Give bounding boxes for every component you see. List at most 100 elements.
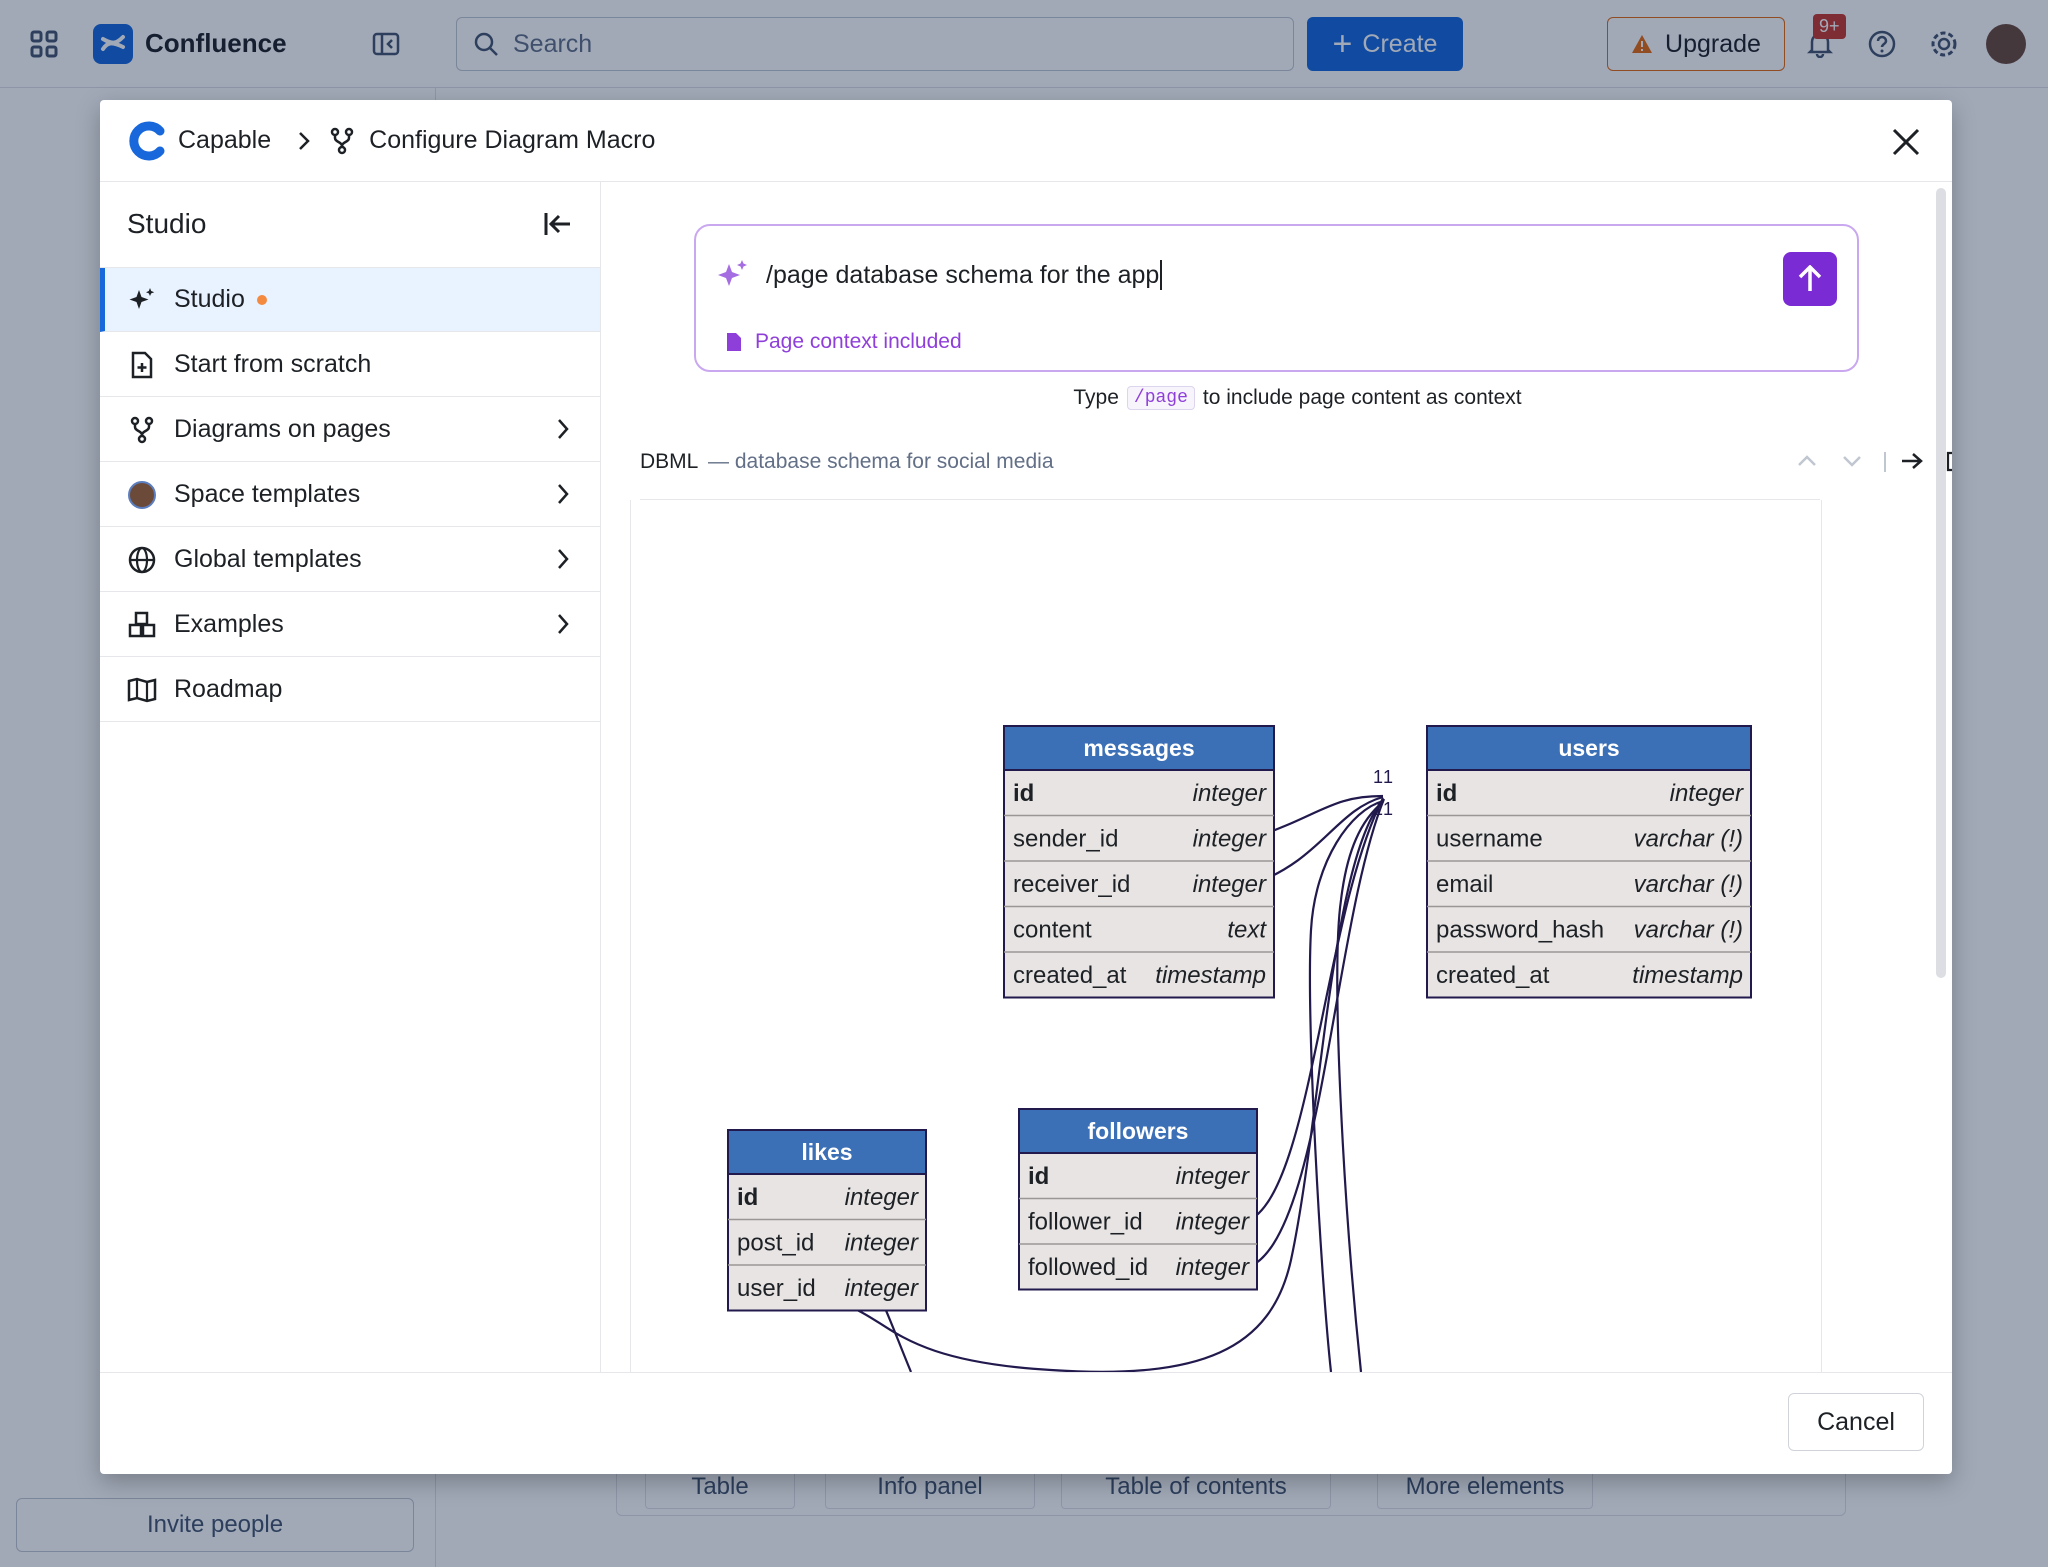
status-dot bbox=[256, 294, 267, 305]
table-title: followers bbox=[1088, 1118, 1189, 1144]
field-type: integer bbox=[1176, 1209, 1250, 1236]
branch-icon bbox=[329, 127, 355, 155]
field-name: sender_id bbox=[1013, 826, 1118, 853]
field-type: varchar (!) bbox=[1634, 871, 1743, 898]
sidebar-item-examples[interactable]: Examples bbox=[100, 593, 600, 657]
result-description: — database schema for social media bbox=[708, 450, 1054, 473]
sidebar-item-label: Start from scratch bbox=[174, 350, 372, 378]
field-type: integer bbox=[845, 1230, 919, 1257]
edit-icon[interactable] bbox=[1942, 446, 1952, 476]
svg-text:1: 1 bbox=[1373, 767, 1383, 787]
field-name: email bbox=[1436, 871, 1493, 898]
table-users: users id integer username varchar (!) email va… bbox=[1426, 725, 1752, 999]
sidebar-item-label: Examples bbox=[174, 610, 284, 638]
table-title: messages bbox=[1083, 735, 1194, 761]
field-type: integer bbox=[1670, 780, 1744, 807]
field-type: integer bbox=[1193, 826, 1267, 853]
field-type: integer bbox=[1193, 780, 1267, 807]
capable-logo-icon bbox=[128, 121, 168, 161]
chevron-right-icon bbox=[556, 481, 570, 514]
svg-text:1: 1 bbox=[1373, 799, 1383, 819]
send-button[interactable] bbox=[1783, 252, 1837, 306]
svg-text:1: 1 bbox=[1383, 767, 1393, 787]
field-type: integer bbox=[1176, 1163, 1250, 1190]
table-title: likes bbox=[801, 1139, 852, 1165]
chevron-down-icon[interactable] bbox=[1837, 446, 1867, 476]
configure-diagram-modal: Capable Configure Diagram Macro Studio S… bbox=[100, 100, 1952, 1474]
table-messages: messagesid integersender_id integerreceive… bbox=[1003, 725, 1275, 999]
field-name: post_id bbox=[737, 1230, 814, 1257]
close-icon[interactable] bbox=[1888, 124, 1924, 160]
hint-code: /page bbox=[1126, 386, 1195, 410]
diagram-canvas[interactable]: ** ** ** 11 11 messagesidintegersender_i… bbox=[630, 500, 1822, 1372]
scrollbar[interactable] bbox=[1936, 188, 1946, 978]
prompt-box[interactable]: /page database schema for the app Page c… bbox=[694, 224, 1859, 372]
field-name: created_at bbox=[1013, 962, 1127, 989]
field-type: timestamp bbox=[1632, 962, 1743, 989]
file-plus-icon bbox=[126, 349, 158, 381]
blocks-icon bbox=[126, 609, 158, 641]
result-kind: DBML bbox=[640, 450, 699, 473]
chevron-right-icon bbox=[556, 546, 570, 579]
field-name: id bbox=[737, 1184, 758, 1211]
field-name: user_id bbox=[737, 1275, 816, 1302]
breadcrumb-app[interactable]: Capable bbox=[178, 126, 271, 155]
field-type: integer bbox=[845, 1184, 919, 1211]
sidebar-title: Studio bbox=[127, 208, 207, 239]
cancel-button[interactable]: Cancel bbox=[1788, 1393, 1924, 1451]
arrow-right-icon[interactable] bbox=[1897, 446, 1927, 476]
sidebar-item-label: Roadmap bbox=[174, 675, 283, 703]
svg-text:1: 1 bbox=[1383, 799, 1393, 819]
page-context-icon bbox=[726, 332, 742, 352]
prompt-input[interactable]: /page database schema for the app bbox=[766, 260, 1163, 290]
hint-prefix: Type bbox=[1073, 386, 1119, 409]
field-type: varchar (!) bbox=[1634, 826, 1743, 853]
sidebar-item-studio[interactable]: Studio bbox=[100, 268, 600, 332]
ai-sparkle-icon bbox=[716, 258, 750, 292]
sidebar-item-label: Global templates bbox=[174, 545, 362, 573]
studio-sidebar: Studio Studio Start from scratch Diagram… bbox=[100, 182, 601, 1372]
modal-footer: Cancel bbox=[100, 1372, 1952, 1474]
table-title: users bbox=[1558, 735, 1619, 761]
field-name: id bbox=[1436, 780, 1457, 807]
field-name: content bbox=[1013, 917, 1092, 944]
field-name: id bbox=[1013, 780, 1034, 807]
field-type: text bbox=[1227, 917, 1267, 944]
field-type: integer bbox=[1193, 871, 1267, 898]
field-type: integer bbox=[845, 1275, 919, 1302]
sidebar-item-global-templates[interactable]: Global templates bbox=[100, 528, 600, 592]
sidebar-item-roadmap[interactable]: Roadmap bbox=[100, 658, 600, 722]
avatar-icon bbox=[126, 479, 158, 511]
field-type: integer bbox=[1176, 1254, 1250, 1281]
modal-header: Capable Configure Diagram Macro bbox=[100, 100, 1952, 182]
map-icon bbox=[126, 674, 158, 706]
sidebar-item-space-templates[interactable]: Space templates bbox=[100, 463, 600, 527]
hint-suffix: to include page content as context bbox=[1202, 386, 1522, 409]
table-followers: followersid integerfollower_id integerfoll… bbox=[1018, 1108, 1258, 1291]
breadcrumb-chevron-icon bbox=[297, 130, 311, 152]
field-name: id bbox=[1028, 1163, 1049, 1190]
sidebar-item-label: Studio bbox=[174, 285, 245, 313]
chevron-right-icon bbox=[556, 416, 570, 449]
arrow-up-icon bbox=[1797, 265, 1823, 293]
table-likes: likesid integerpost_id integeruser_id integ… bbox=[727, 1129, 927, 1312]
breadcrumb-page: Configure Diagram Macro bbox=[369, 126, 656, 154]
field-name: followed_id bbox=[1028, 1254, 1148, 1281]
page-context-label: Page context included bbox=[755, 330, 962, 353]
chevron-up-icon[interactable] bbox=[1792, 446, 1822, 476]
field-name: password_hash bbox=[1436, 917, 1604, 944]
chevron-right-icon bbox=[556, 611, 570, 644]
field-name: follower_id bbox=[1028, 1209, 1143, 1236]
er-diagram: ** ** ** 11 11 messagesidintegersender_i… bbox=[727, 725, 1752, 1372]
result-header: DBML — database schema for social media bbox=[640, 450, 1952, 500]
collapse-sidebar-icon[interactable] bbox=[540, 206, 576, 242]
sidebar-item-label: Space templates bbox=[174, 480, 361, 508]
globe-icon bbox=[126, 544, 158, 576]
sidebar-item-label: Diagrams on pages bbox=[174, 415, 391, 443]
prompt-hint: Type /page to include page content as co… bbox=[100, 386, 1952, 410]
branch-icon bbox=[126, 414, 158, 446]
field-name: created_at bbox=[1436, 962, 1550, 989]
sparkle-icon bbox=[126, 284, 158, 316]
field-name: receiver_id bbox=[1013, 871, 1130, 898]
field-type: varchar (!) bbox=[1634, 917, 1743, 944]
